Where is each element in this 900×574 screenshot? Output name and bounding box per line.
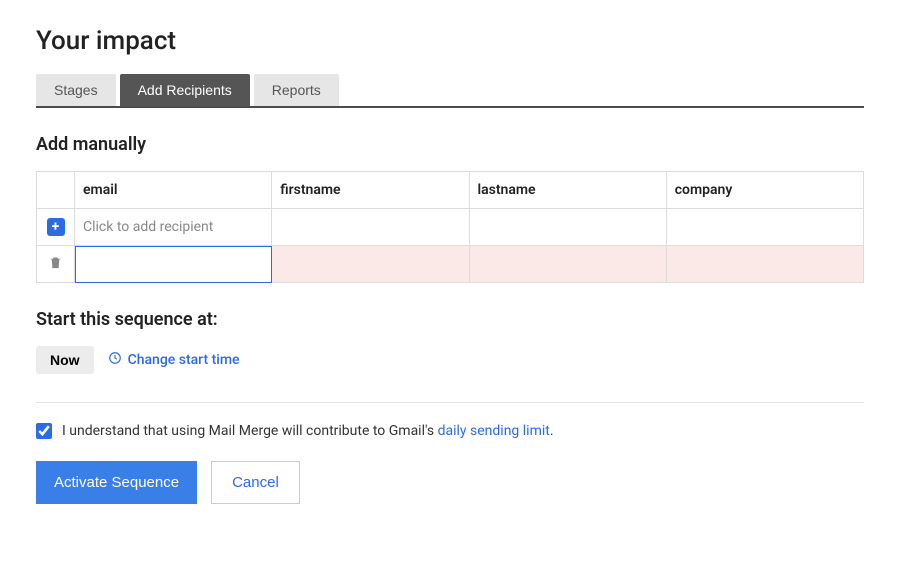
column-header-firstname: firstname [272,172,469,209]
column-header-email: email [75,172,272,209]
action-buttons: Activate Sequence Cancel [36,461,864,504]
table-add-row[interactable]: + Click to add recipient [37,209,864,246]
add-row-lastname[interactable] [469,209,666,246]
add-recipient-button[interactable]: + [37,209,75,246]
column-header-lastname: lastname [469,172,666,209]
table-row [37,246,864,283]
consent-checkbox[interactable] [36,423,52,439]
start-sequence-heading: Start this sequence at: [36,309,864,330]
divider [36,402,864,403]
recipients-table: email firstname lastname company + Click… [36,171,864,283]
start-sequence-row: Now Change start time [36,346,864,374]
cancel-button[interactable]: Cancel [211,461,300,504]
email-input[interactable] [75,246,271,282]
add-recipient-placeholder[interactable]: Click to add recipient [75,209,272,246]
tabs: Stages Add Recipients Reports [36,74,864,108]
tab-add-recipients[interactable]: Add Recipients [120,74,250,106]
add-row-company[interactable] [666,209,863,246]
page-title: Your impact [36,26,864,56]
company-cell[interactable] [666,246,863,283]
plus-icon: + [47,218,65,236]
delete-row-button[interactable] [37,246,75,283]
consent-suffix: . [550,423,554,439]
column-header-company: company [666,172,863,209]
add-manually-heading: Add manually [36,134,864,155]
add-row-firstname[interactable] [272,209,469,246]
consent-label: I understand that using Mail Merge will … [62,423,554,439]
activate-sequence-button[interactable]: Activate Sequence [36,461,197,504]
start-now-chip[interactable]: Now [36,346,94,374]
firstname-cell[interactable] [272,246,469,283]
clock-icon [108,351,122,369]
consent-row: I understand that using Mail Merge will … [36,423,864,439]
change-start-time-label: Change start time [128,352,240,368]
change-start-time-link[interactable]: Change start time [108,351,240,369]
trash-icon [48,259,63,275]
column-header-icon [37,172,75,209]
consent-prefix: I understand that using Mail Merge will … [62,423,438,439]
tab-reports[interactable]: Reports [254,74,339,106]
email-cell[interactable] [75,246,272,283]
tab-stages[interactable]: Stages [36,74,116,106]
lastname-cell[interactable] [469,246,666,283]
daily-sending-limit-link[interactable]: daily sending limit [438,423,550,439]
